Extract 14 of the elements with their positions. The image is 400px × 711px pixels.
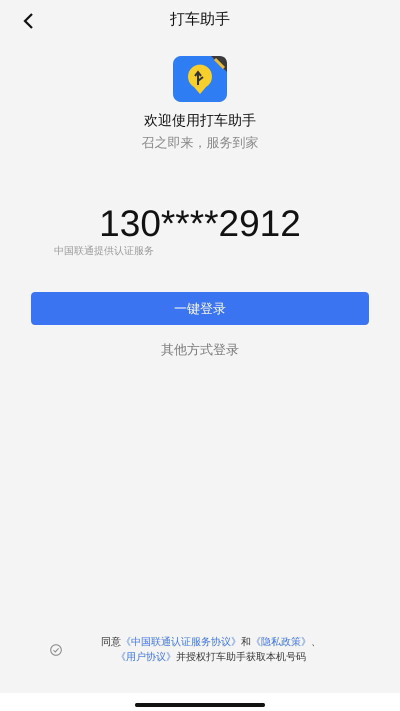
login-button[interactable]: 一键登录 (31, 292, 369, 325)
phone-number: 130****2912 (98, 204, 302, 244)
other-login-link[interactable]: 其他方式登录 (157, 337, 243, 363)
page-title: 打车助手 (170, 10, 230, 28)
provider-text: 中国联通提供认证服务 (54, 244, 155, 258)
agreement-link[interactable]: 《隐私政策》 (251, 637, 311, 648)
slogan-text: 召之即来，服务到家 (142, 135, 258, 152)
checkbox[interactable] (50, 644, 62, 656)
agreement-text: 同意《中国联通认证服务协议》和《隐私政策》、 《用户协议》并授权打车助手获取本机号码 (100, 636, 322, 665)
back-icon[interactable] (22, 12, 34, 30)
welcome-text: 欢迎使用打车助手 (144, 112, 256, 130)
app-logo-icon (173, 56, 227, 102)
agreement-link[interactable]: 《用户协议》 (116, 652, 176, 663)
agreement-link[interactable]: 《中国联通认证服务协议》 (121, 637, 241, 648)
